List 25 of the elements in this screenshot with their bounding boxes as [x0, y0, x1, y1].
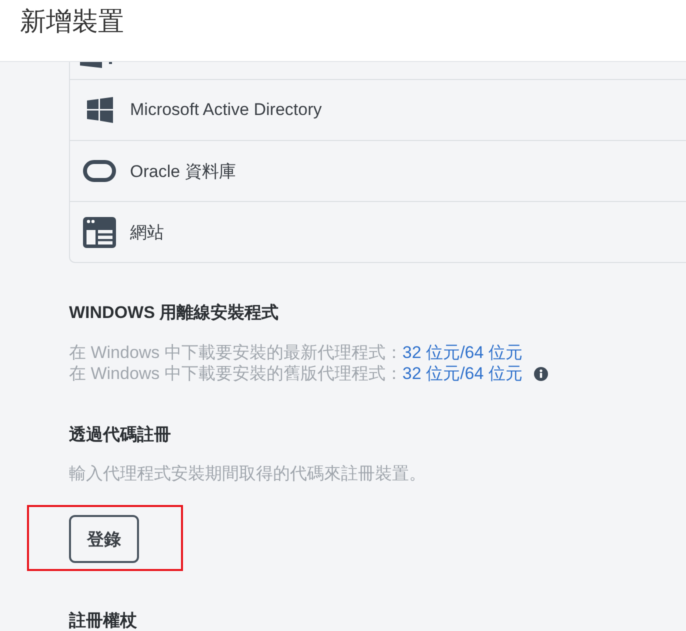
section-heading: 註冊權杖 — [69, 611, 138, 631]
register-button[interactable]: 登錄 — [69, 515, 139, 563]
link-separator: / — [460, 363, 465, 384]
download-link[interactable]: 64 位元 — [464, 342, 522, 363]
info-icon[interactable] — [534, 366, 548, 380]
link-separator: / — [460, 342, 465, 363]
rounded-ring-icon — [83, 160, 116, 182]
browser-window-icon — [83, 216, 116, 248]
section-heading: 透過代碼註冊 — [69, 424, 172, 446]
download-link[interactable]: 32 位元 — [402, 363, 460, 384]
device-type-item[interactable]: Microsoft Active Directory — [70, 80, 686, 141]
download-link[interactable]: 64 位元 — [464, 363, 522, 384]
download-text: 在 Windows 中下載要安裝的最新代理程式： — [69, 342, 402, 363]
download-link[interactable]: 32 位元 — [402, 342, 460, 363]
device-type-label: Oracle 資料庫 — [130, 160, 236, 182]
device-type-item[interactable]: Oracle 資料庫 — [70, 141, 686, 202]
clipped-icon — [80, 62, 113, 68]
section-description: 輸入代理程式安裝期間取得的代碼來註冊裝置。 — [69, 463, 427, 484]
page-title: 新增裝置 — [20, 5, 125, 38]
device-type-item[interactable]: 網站 — [70, 202, 686, 262]
section-heading: WINDOWS 用離線安裝程式 — [69, 302, 280, 324]
windows-logo-icon — [87, 96, 113, 124]
download-text: 在 Windows 中下載要安裝的舊版代理程式： — [69, 363, 402, 384]
device-type-label: 網站 — [130, 222, 164, 244]
device-type-label: Microsoft Active Directory — [130, 100, 322, 120]
